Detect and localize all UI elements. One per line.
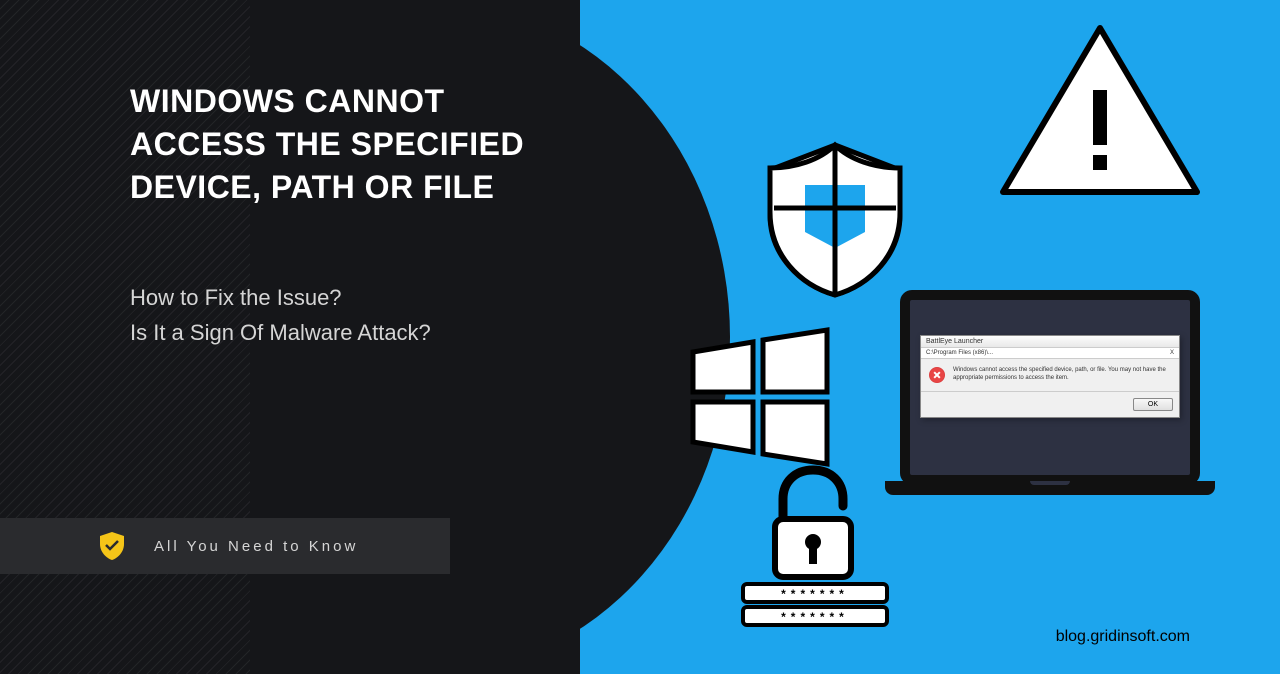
warning-triangle-icon bbox=[995, 20, 1205, 200]
windows-logo-icon bbox=[685, 320, 835, 470]
right-panel: BattlEye Launcher C:\Program Files (x86)… bbox=[580, 0, 1280, 674]
subtitle-block: How to Fix the Issue? Is It a Sign Of Ma… bbox=[130, 280, 540, 350]
padlock-password-icon: ******* ******* bbox=[735, 464, 895, 629]
laptop-notch bbox=[1030, 481, 1070, 485]
text-content: WINDOWS CANNOT ACCESS THE SPECIFIED DEVI… bbox=[0, 0, 580, 350]
ok-button: OK bbox=[1133, 398, 1173, 411]
blog-url: blog.gridinsoft.com bbox=[1056, 628, 1190, 646]
main-title: WINDOWS CANNOT ACCESS THE SPECIFIED DEVI… bbox=[130, 80, 540, 210]
dialog-path-bar: C:\Program Files (x86)\... X bbox=[921, 348, 1179, 359]
close-icon: X bbox=[1170, 350, 1174, 356]
banner-text: All You Need to Know bbox=[154, 538, 358, 555]
svg-text:*******: ******* bbox=[781, 610, 849, 624]
error-x-icon bbox=[929, 367, 945, 383]
subtitle-line-2: Is It a Sign Of Malware Attack? bbox=[130, 315, 540, 350]
svg-text:*******: ******* bbox=[781, 587, 849, 601]
subtitle-line-1: How to Fix the Issue? bbox=[130, 280, 540, 315]
laptop-screen: BattlEye Launcher C:\Program Files (x86)… bbox=[900, 290, 1200, 485]
bottom-bar: All You Need to Know bbox=[0, 518, 450, 574]
dialog-message: Windows cannot access the specified devi… bbox=[953, 367, 1171, 383]
laptop-illustration: BattlEye Launcher C:\Program Files (x86)… bbox=[885, 290, 1215, 530]
dialog-footer: OK bbox=[921, 391, 1179, 417]
banner-container: WINDOWS CANNOT ACCESS THE SPECIFIED DEVI… bbox=[0, 0, 1280, 674]
illustration-area: BattlEye Launcher C:\Program Files (x86)… bbox=[580, 0, 1280, 674]
error-dialog: BattlEye Launcher C:\Program Files (x86)… bbox=[920, 335, 1180, 418]
defender-shield-icon bbox=[760, 140, 910, 300]
dialog-title: BattlEye Launcher bbox=[921, 336, 1179, 348]
shield-check-icon bbox=[100, 532, 124, 560]
dialog-body: Windows cannot access the specified devi… bbox=[921, 359, 1179, 391]
laptop-base bbox=[885, 481, 1215, 495]
left-panel: WINDOWS CANNOT ACCESS THE SPECIFIED DEVI… bbox=[0, 0, 580, 674]
dialog-path-text: C:\Program Files (x86)\... bbox=[926, 350, 993, 356]
